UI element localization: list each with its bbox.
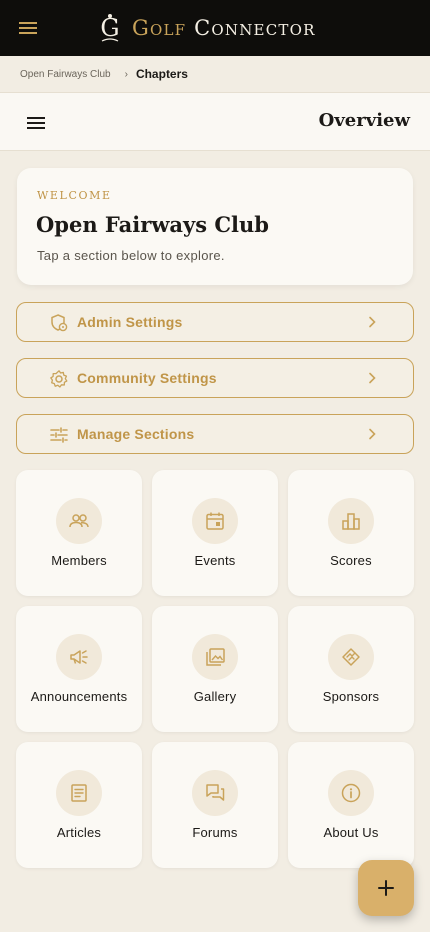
breadcrumb-item-chapters[interactable]: Chapters (136, 67, 188, 81)
section-tile-scores[interactable]: Scores (288, 470, 414, 596)
app-menu-button[interactable] (16, 16, 40, 40)
add-fab-button[interactable] (358, 860, 414, 916)
section-tile-label: About Us (323, 825, 379, 840)
info-icon (341, 783, 361, 803)
scores-icon (342, 513, 360, 530)
section-tile-label: Articles (56, 825, 102, 840)
tile-icon-circle (192, 498, 238, 544)
tile-icon-circle (56, 634, 102, 680)
hamburger-icon (19, 22, 37, 34)
community-settings-label: Community Settings (77, 370, 217, 386)
sliders-icon (50, 427, 68, 443)
section-tile-members[interactable]: Members (16, 470, 142, 596)
gallery-icon (206, 648, 225, 666)
admin-settings-button[interactable]: Admin Settings (16, 302, 414, 342)
section-tile-label: Announcements (30, 689, 128, 704)
tile-icon-circle (328, 770, 374, 816)
section-tile-announcements[interactable]: Announcements (16, 606, 142, 732)
tile-icon-circle (192, 634, 238, 680)
section-menu-button[interactable] (24, 111, 48, 135)
section-tile-label: Scores (330, 553, 372, 568)
chevron-right-icon (369, 372, 376, 384)
section-tile-events[interactable]: Events (152, 470, 278, 596)
welcome-kicker: WELCOME (37, 189, 112, 202)
tile-icon-circle (56, 770, 102, 816)
section-tile-label: Members (51, 553, 107, 568)
members-icon (69, 514, 89, 528)
app-topbar: G Golf Connector (0, 0, 430, 56)
section-tile-label: Events (194, 553, 236, 568)
manage-sections-label: Manage Sections (77, 426, 195, 442)
calendar-icon (206, 512, 224, 530)
section-tile-forums[interactable]: Forums (152, 742, 278, 868)
page-title: Overview (318, 110, 410, 131)
club-name: Open Fairways Club (36, 212, 269, 237)
admin-badge-icon (51, 314, 68, 332)
svg-text:G: G (100, 14, 119, 42)
chevron-right-icon (369, 428, 376, 440)
chevron-right-icon (369, 316, 376, 328)
gear-icon (50, 370, 68, 388)
plus-icon (378, 880, 394, 896)
breadcrumb-item-club[interactable]: Open Fairways Club (20, 69, 111, 80)
manage-sections-button[interactable]: Manage Sections (16, 414, 414, 454)
welcome-card: WELCOME Open Fairways Club Tap a section… (17, 168, 413, 285)
brand-logo: G (96, 12, 124, 44)
breadcrumb: Open Fairways Club › Chapters (0, 56, 430, 92)
community-settings-button[interactable]: Community Settings (16, 358, 414, 398)
tile-icon-circle (192, 770, 238, 816)
section-tile-label: Forums (192, 825, 238, 840)
tile-icon-circle (56, 498, 102, 544)
page-header: Overview (0, 92, 430, 151)
breadcrumb-separator: › (124, 68, 128, 80)
brand[interactable]: G Golf Connector (96, 12, 316, 44)
hamburger-icon (27, 117, 45, 129)
section-tile-label: Gallery (193, 689, 237, 704)
brand-name: Golf Connector (132, 16, 316, 40)
section-tile-label: Sponsors (322, 689, 380, 704)
admin-settings-label: Admin Settings (77, 314, 183, 330)
article-icon (71, 784, 87, 802)
tile-icon-circle (328, 498, 374, 544)
megaphone-icon (70, 650, 88, 664)
welcome-subtitle: Tap a section below to explore. (37, 248, 225, 263)
tile-icon-circle (328, 634, 374, 680)
forum-icon (206, 784, 225, 801)
sponsors-icon (342, 648, 360, 666)
section-tile-gallery[interactable]: Gallery (152, 606, 278, 732)
section-tile-articles[interactable]: Articles (16, 742, 142, 868)
section-tile-sponsors[interactable]: Sponsors (288, 606, 414, 732)
section-tile-about-us[interactable]: About Us (288, 742, 414, 868)
